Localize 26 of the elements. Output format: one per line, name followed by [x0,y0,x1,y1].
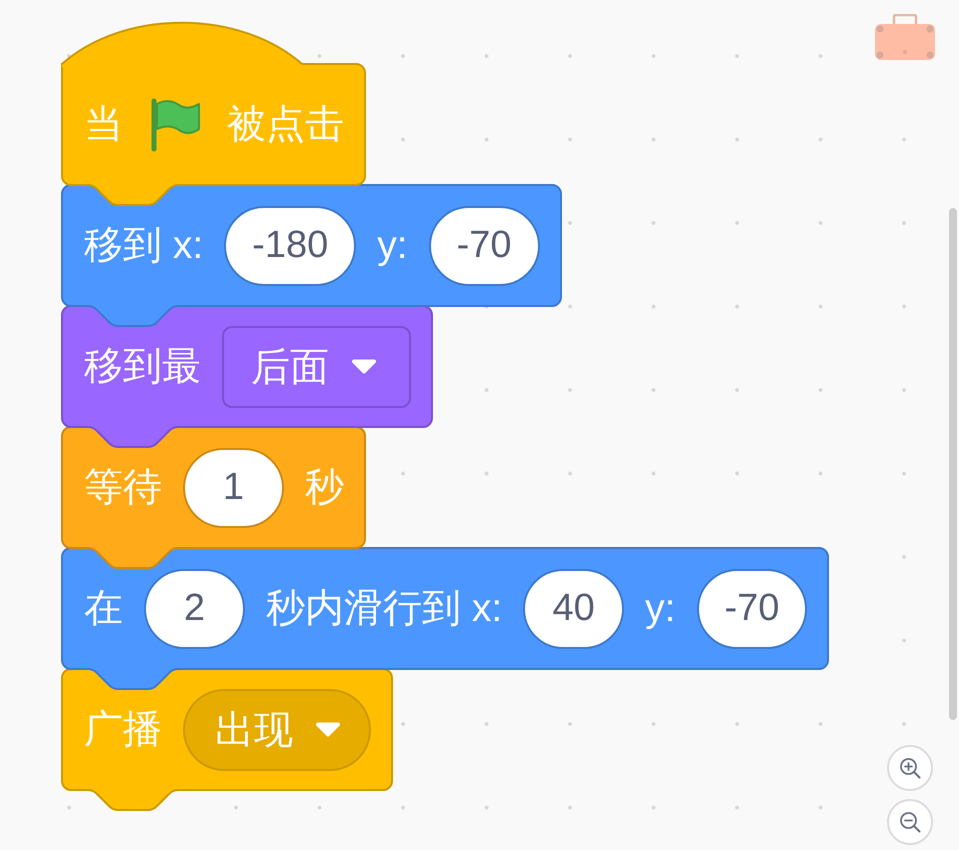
block-label: 在 [84,589,123,628]
number-field[interactable]: 1 [183,448,284,528]
block-label: 移到 x: [84,226,204,265]
block-label: 秒 [305,468,344,507]
caret-icon [351,359,377,374]
block-label: 等待 [84,468,162,507]
block-label: 秒内滑行到 x: [266,589,502,628]
block-label: y: [377,226,408,265]
zoom-in-icon [899,757,921,779]
flag-icon [151,98,201,152]
number-field[interactable]: -70 [696,568,808,648]
zoom-in-button[interactable] [887,745,933,791]
caret-icon [315,722,341,737]
number-field[interactable]: -180 [224,206,356,286]
block-label: 当 [84,105,123,144]
number-field[interactable]: 2 [144,568,245,648]
block-label: 被点击 [227,105,344,144]
block-label: 广播 [84,710,162,749]
block-label: 移到最 [84,347,201,386]
block-label: y: [645,589,676,628]
number-field[interactable]: -70 [428,206,540,286]
dropdown[interactable]: 后面 [222,326,411,408]
zoom-out-button[interactable] [887,799,933,845]
zoom-out-icon [899,811,921,833]
number-field[interactable]: 40 [523,568,624,648]
scrollbar[interactable] [949,208,957,720]
